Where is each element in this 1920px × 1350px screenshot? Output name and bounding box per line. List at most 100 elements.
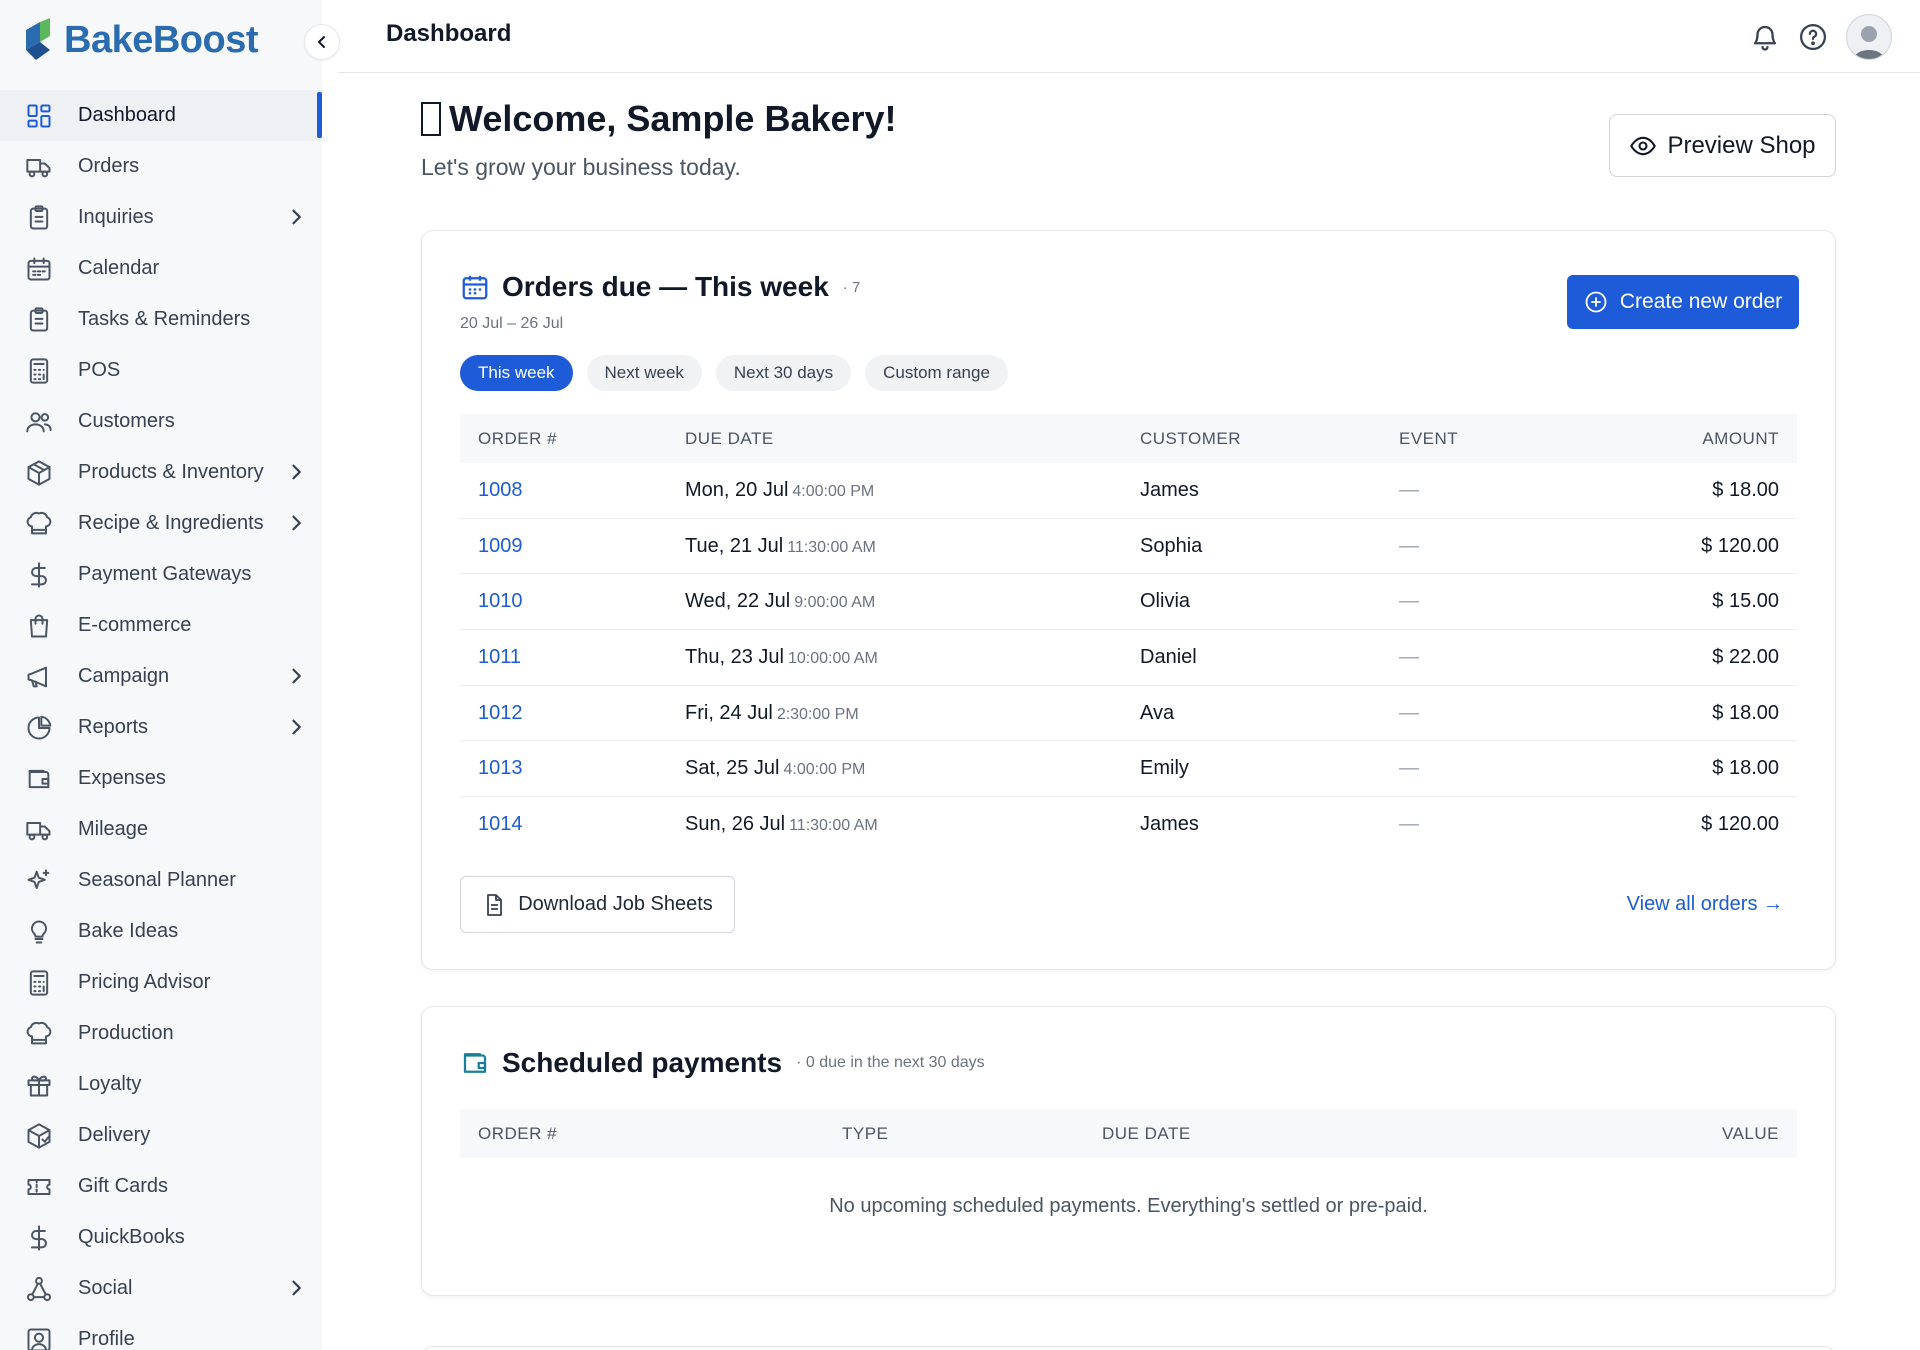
sidebar-item-social[interactable]: Social	[0, 1263, 322, 1314]
sidebar-collapse-button[interactable]	[304, 24, 340, 60]
sidebar-item-label: Seasonal Planner	[78, 869, 236, 891]
logo-text: BakeBoost	[64, 18, 259, 61]
filter-chip-next-30-days[interactable]: Next 30 days	[715, 355, 852, 391]
orders-table-body: 1008 Mon, 20 Jul 4:00:00 PM James — $ 18.00 10…	[460, 463, 1797, 853]
user-square-icon	[24, 1325, 54, 1350]
order-number-link[interactable]: 1013	[478, 757, 523, 779]
truck-icon	[24, 152, 54, 182]
sidebar-item-label: Delivery	[78, 1124, 151, 1146]
sidebar-item-e-commerce[interactable]: E-commerce	[0, 600, 322, 651]
table-row: 1013 Sat, 25 Jul 4:00:00 PM Emily — $ 18.00	[460, 741, 1797, 798]
sidebar-item-pos[interactable]: POS	[0, 345, 322, 396]
due-date-cell: Fri, 24 Jul 2:30:00 PM	[685, 702, 1140, 725]
filter-chip-this-week[interactable]: This week	[460, 355, 573, 391]
due-date: Wed, 22 Jul	[685, 590, 791, 613]
event-cell: —	[1399, 645, 1419, 668]
due-date-cell: Thu, 23 Jul 10:00:00 AM	[685, 646, 1140, 669]
col-due-date: DUE DATE	[1102, 1123, 1191, 1143]
sidebar-item-gift-cards[interactable]: Gift Cards	[0, 1161, 322, 1212]
sidebar-item-label: Production	[78, 1022, 174, 1044]
sidebar-item-label: Profile	[78, 1328, 135, 1350]
order-number-link[interactable]: 1010	[478, 590, 523, 612]
order-number-link[interactable]: 1012	[478, 702, 523, 724]
sidebar-item-pricing-advisor[interactable]: Pricing Advisor	[0, 957, 322, 1008]
amount-cell: $ 18.00	[1712, 701, 1779, 724]
chef-hat-icon	[24, 1019, 54, 1049]
amount-cell: $ 18.00	[1712, 478, 1779, 501]
eye-icon	[1630, 136, 1657, 155]
sidebar-item-label: Orders	[78, 155, 140, 177]
sidebar-item-reports[interactable]: Reports	[0, 702, 322, 753]
col-amount: AMOUNT	[1702, 428, 1779, 448]
col-order: ORDER #	[478, 428, 558, 448]
megaphone-icon	[24, 662, 54, 692]
col-value: VALUE	[1722, 1123, 1779, 1143]
sidebar-item-label: Inquiries	[78, 206, 154, 228]
due-time: 4:00:00 PM	[792, 482, 875, 500]
table-row: 1010 Wed, 22 Jul 9:00:00 AM Olivia — $ 15.00	[460, 574, 1797, 631]
payments-title: Scheduled payments	[502, 1047, 783, 1078]
sidebar-item-label: E-commerce	[78, 614, 192, 636]
calendar-icon	[24, 254, 54, 284]
sidebar-item-quickbooks[interactable]: QuickBooks	[0, 1212, 322, 1263]
create-new-order-button[interactable]: Create new order	[1567, 275, 1799, 329]
sidebar-item-inquiries[interactable]: Inquiries	[0, 192, 322, 243]
sidebar-item-bake-ideas[interactable]: Bake Ideas	[0, 906, 322, 957]
sidebar-item-customers[interactable]: Customers	[0, 396, 322, 447]
download-job-sheets-button[interactable]: Download Job Sheets	[460, 876, 735, 933]
chevron-left-icon	[318, 36, 325, 48]
order-number-link[interactable]: 1014	[478, 813, 523, 835]
next-card	[421, 1346, 1836, 1350]
table-row: 1009 Tue, 21 Jul 11:30:00 AM Sophia — $ 120.0…	[460, 519, 1797, 575]
sidebar-item-mileage[interactable]: Mileage	[0, 804, 322, 855]
sidebar-item-loyalty[interactable]: Loyalty	[0, 1059, 322, 1110]
preview-shop-label: Preview Shop	[1667, 131, 1816, 159]
sidebar-item-profile[interactable]: Profile	[0, 1314, 322, 1350]
sidebar-item-label: Tasks & Reminders	[78, 308, 251, 330]
sidebar-item-seasonal-planner[interactable]: Seasonal Planner	[0, 855, 322, 906]
due-date-cell: Mon, 20 Jul 4:00:00 PM	[685, 479, 1140, 502]
chevron-right-icon	[286, 513, 306, 533]
sidebar-item-label: Customers	[78, 410, 175, 432]
help-icon[interactable]	[1798, 22, 1828, 52]
sidebar-item-delivery[interactable]: Delivery	[0, 1110, 322, 1161]
sidebar-nav: Dashboard Orders Inquiries Calendar Tasks & …	[0, 90, 322, 1350]
filter-chip-custom-range[interactable]: Custom range	[865, 355, 1008, 391]
sidebar-item-label: Dashboard	[78, 104, 176, 126]
bell-icon[interactable]	[1750, 22, 1780, 52]
sparkles-icon	[24, 866, 54, 896]
sidebar-item-campaign[interactable]: Campaign	[0, 651, 322, 702]
sidebar-item-recipe-ingredients[interactable]: Recipe & Ingredients	[0, 498, 322, 549]
avatar[interactable]	[1846, 14, 1892, 60]
document-icon	[487, 893, 503, 916]
sidebar-item-calendar[interactable]: Calendar	[0, 243, 322, 294]
sidebar-item-label: Mileage	[78, 818, 149, 840]
orders-table-header: ORDER # DUE DATE CUSTOMER EVENT AMOUNT	[460, 414, 1797, 463]
due-time: 11:30:00 AM	[789, 817, 878, 835]
view-all-orders-link[interactable]: View all orders →	[1627, 893, 1783, 916]
pie-chart-icon	[24, 713, 54, 743]
event-cell: —	[1399, 590, 1419, 613]
download-job-sheets-label: Download Job Sheets	[518, 893, 713, 915]
logo[interactable]: BakeBoost	[22, 16, 259, 64]
table-row: 1011 Thu, 23 Jul 10:00:00 AM Daniel — $ 22.00	[460, 630, 1797, 686]
sidebar-item-expenses[interactable]: Expenses	[0, 753, 322, 804]
preview-shop-button[interactable]: Preview Shop	[1609, 114, 1836, 177]
order-number-link[interactable]: 1009	[478, 535, 523, 557]
clipboard-icon	[24, 305, 54, 335]
sidebar-item-production[interactable]: Production	[0, 1008, 322, 1059]
due-time: 4:00:00 PM	[783, 761, 866, 779]
sidebar-item-payment-gateways[interactable]: Payment Gateways	[0, 549, 322, 600]
order-number-link[interactable]: 1008	[478, 479, 523, 501]
sidebar-item-orders[interactable]: Orders	[0, 141, 322, 192]
sidebar-item-products-inventory[interactable]: Products & Inventory	[0, 447, 322, 498]
sidebar-item-tasks-reminders[interactable]: Tasks & Reminders	[0, 294, 322, 345]
welcome-section: Welcome, Sample Bakery! Let's grow your …	[421, 98, 897, 181]
chevron-right-icon	[286, 666, 306, 686]
filter-chip-next-week[interactable]: Next week	[586, 355, 702, 391]
due-time: 11:30:00 AM	[787, 538, 876, 556]
sidebar-item-dashboard[interactable]: Dashboard	[0, 90, 322, 141]
customer-cell: James	[1140, 478, 1199, 501]
order-number-link[interactable]: 1011	[478, 646, 521, 668]
event-cell: —	[1399, 757, 1419, 780]
